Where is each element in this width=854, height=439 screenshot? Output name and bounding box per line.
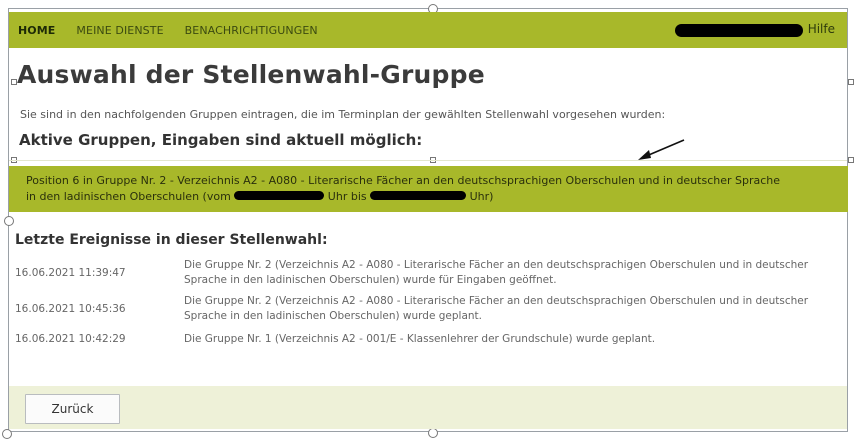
nav-home[interactable]: HOME — [18, 24, 55, 37]
event-text: Die Gruppe Nr. 2 (Verzeichnis A2 - A080 … — [184, 259, 809, 286]
help-link[interactable]: Hilfe — [808, 22, 835, 36]
events-heading: Letzte Ereignisse in dieser Stellenwahl: — [15, 232, 328, 248]
footer-bar: Zurück — [9, 386, 847, 429]
event-item: 16.06.2021 10:42:29 Die Gruppe Nr. 1 (Ve… — [15, 332, 845, 348]
active-group-time-suffix: Uhr) — [469, 190, 494, 203]
arrow-icon — [638, 139, 685, 160]
redacted-start-date — [234, 191, 325, 200]
event-timestamp: 16.06.2021 10:42:29 — [15, 333, 126, 345]
active-group-until-label: Uhr bis — [327, 190, 367, 203]
nav-benachrichtigungen[interactable]: BENACHRICHTIGUNGEN — [185, 24, 318, 37]
intro-text: Sie sind in den nachfolgenden Gruppen ei… — [20, 108, 666, 121]
event-text: Die Gruppe Nr. 1 (Verzeichnis A2 - 001/E… — [184, 333, 656, 345]
active-group-line2: in den ladinischen Oberschulen (vom Uhr … — [26, 189, 836, 205]
event-item: 16.06.2021 11:39:47 Die Gruppe Nr. 2 (Ve… — [15, 258, 845, 288]
back-button[interactable]: Zurück — [25, 394, 120, 424]
active-groups-heading: Aktive Gruppen, Eingaben sind aktuell mö… — [19, 131, 423, 149]
page-title: Auswahl der Stellenwahl-Gruppe — [17, 60, 485, 89]
resize-handle-bottom[interactable] — [428, 428, 438, 438]
divider — [9, 160, 847, 161]
nav-meine-dienste[interactable]: MEINE DIENSTE — [76, 24, 163, 37]
active-group-from-label: in den ladinischen Oberschulen (vom — [26, 190, 231, 203]
event-item: 16.06.2021 10:45:36 Die Gruppe Nr. 2 (Ve… — [15, 294, 845, 324]
resize-handle-small[interactable] — [848, 79, 854, 85]
active-group-row[interactable]: Position 6 in Gruppe Nr. 2 - Verzeichnis… — [9, 166, 848, 212]
active-group-line1: Position 6 in Gruppe Nr. 2 - Verzeichnis… — [26, 174, 781, 187]
redacted-end-date — [370, 191, 467, 200]
resize-handle-bottom-left[interactable] — [2, 429, 12, 439]
resize-handle-small[interactable] — [848, 157, 854, 163]
event-timestamp: 16.06.2021 11:39:47 — [15, 267, 126, 279]
redacted-username — [675, 24, 803, 37]
event-text: Die Gruppe Nr. 2 (Verzeichnis A2 - A080 … — [184, 295, 809, 322]
event-timestamp: 16.06.2021 10:45:36 — [15, 303, 126, 315]
top-navbar: HOME MEINE DIENSTE BENACHRICHTIGUNGEN Hi… — [9, 12, 847, 48]
resize-handle-left[interactable] — [4, 216, 14, 226]
